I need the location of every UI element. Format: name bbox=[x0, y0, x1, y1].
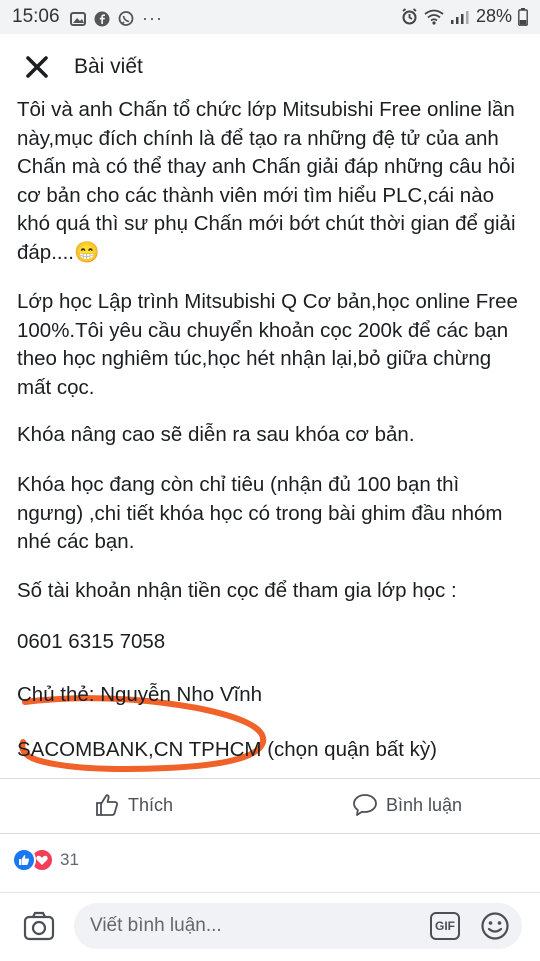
post-line: này,mục đích chính là để tạo ra những đệ… bbox=[17, 126, 499, 150]
post-line: khó quá thì sư phụ Chấn mới bớt chút thờ… bbox=[17, 212, 516, 235]
post-line: mất cọc. bbox=[17, 375, 95, 399]
comment-composer: Viết bình luận... GIF bbox=[0, 892, 540, 961]
gif-label: GIF bbox=[435, 919, 455, 933]
post-paragraph-course: Lớp học Lập trình Mitsubishi Q Cơ bản,họ… bbox=[17, 288, 518, 402]
post-line: theo học nghiêm túc,học hét nhận lại,bỏ … bbox=[17, 347, 492, 370]
post-line: Chấn mà có thể thay anh Chấn giải đáp nh… bbox=[17, 155, 516, 178]
app-header: Bài viết bbox=[0, 34, 540, 98]
comment-button[interactable]: Bình luận bbox=[352, 792, 462, 818]
signal-icon bbox=[450, 10, 469, 24]
post-action-bar: Thích Bình luận bbox=[0, 778, 540, 834]
reaction-summary[interactable]: 31 bbox=[12, 848, 79, 872]
bank-name: SACOMBANK,CN TPHCM (chọn quận bất kỳ) bbox=[17, 738, 437, 761]
comment-input[interactable]: Viết bình luận... GIF bbox=[74, 903, 522, 949]
like-button[interactable]: Thích bbox=[94, 792, 173, 818]
close-icon[interactable] bbox=[22, 52, 52, 82]
post-paragraph-advanced: Khóa nâng cao sẽ diễn ra sau khóa cơ bản… bbox=[17, 423, 415, 446]
page-title: Bài viết bbox=[74, 55, 143, 78]
battery-percent: 28% bbox=[475, 6, 512, 26]
camera-icon[interactable] bbox=[22, 909, 56, 943]
post-line: Tôi và anh Chấn tổ chức lớp Mitsubishi F… bbox=[17, 98, 515, 121]
emoji-icon[interactable] bbox=[480, 911, 510, 941]
battery-icon bbox=[518, 7, 528, 26]
system-icons: 28% bbox=[401, 6, 528, 27]
viber-icon bbox=[118, 10, 134, 26]
status-bar: 15:06 ··· 28% bbox=[0, 0, 540, 34]
post-line: đáp....😁 bbox=[17, 240, 100, 264]
like-reaction-icon bbox=[12, 848, 36, 872]
thumbs-up-icon bbox=[96, 794, 119, 816]
wifi-icon bbox=[424, 9, 444, 25]
post-line: nhé các bạn. bbox=[17, 530, 135, 553]
post-paragraph-intro: Tôi và anh Chấn tổ chức lớp Mitsubishi F… bbox=[17, 96, 516, 267]
comment-placeholder: Viết bình luận... bbox=[90, 915, 222, 936]
post-line: 100%.Tôi yêu cầu chuyển khoản cọc 200k đ… bbox=[17, 318, 509, 342]
status-time: 15:06 bbox=[12, 6, 60, 27]
post-line: Khóa học đang còn chỉ tiêu (nhận đủ 100 … bbox=[17, 473, 460, 496]
like-label: Thích bbox=[128, 794, 174, 815]
more-notifications-icon: ··· bbox=[142, 8, 163, 28]
notification-icons: ··· bbox=[70, 8, 163, 29]
reaction-icons bbox=[12, 848, 54, 872]
post-paragraph-quota: Khóa học đang còn chỉ tiêu (nhận đủ 100 … bbox=[17, 471, 503, 557]
post-line: ngưng) ,chi tiết khóa học có trong bài g… bbox=[17, 501, 503, 525]
post-paragraph-account-intro: Số tài khoản nhận tiền cọc để tham gia l… bbox=[17, 579, 457, 602]
reaction-count: 31 bbox=[60, 850, 79, 869]
gif-button[interactable]: GIF bbox=[430, 912, 460, 940]
post-line: cơ bản cho các thành viên mới tìm hiểu P… bbox=[17, 183, 494, 207]
account-holder: Chủ thẻ: Nguyễn Nho Vĩnh bbox=[17, 683, 263, 706]
post-line: Lớp học Lập trình Mitsubishi Q Cơ bản,họ… bbox=[17, 290, 518, 313]
comment-bubble-icon bbox=[353, 794, 377, 816]
alarm-icon bbox=[402, 8, 417, 25]
account-number: 0601 6315 7058 bbox=[17, 630, 166, 653]
gallery-icon bbox=[70, 11, 86, 26]
facebook-icon bbox=[94, 11, 110, 26]
comment-label: Bình luận bbox=[386, 794, 463, 815]
